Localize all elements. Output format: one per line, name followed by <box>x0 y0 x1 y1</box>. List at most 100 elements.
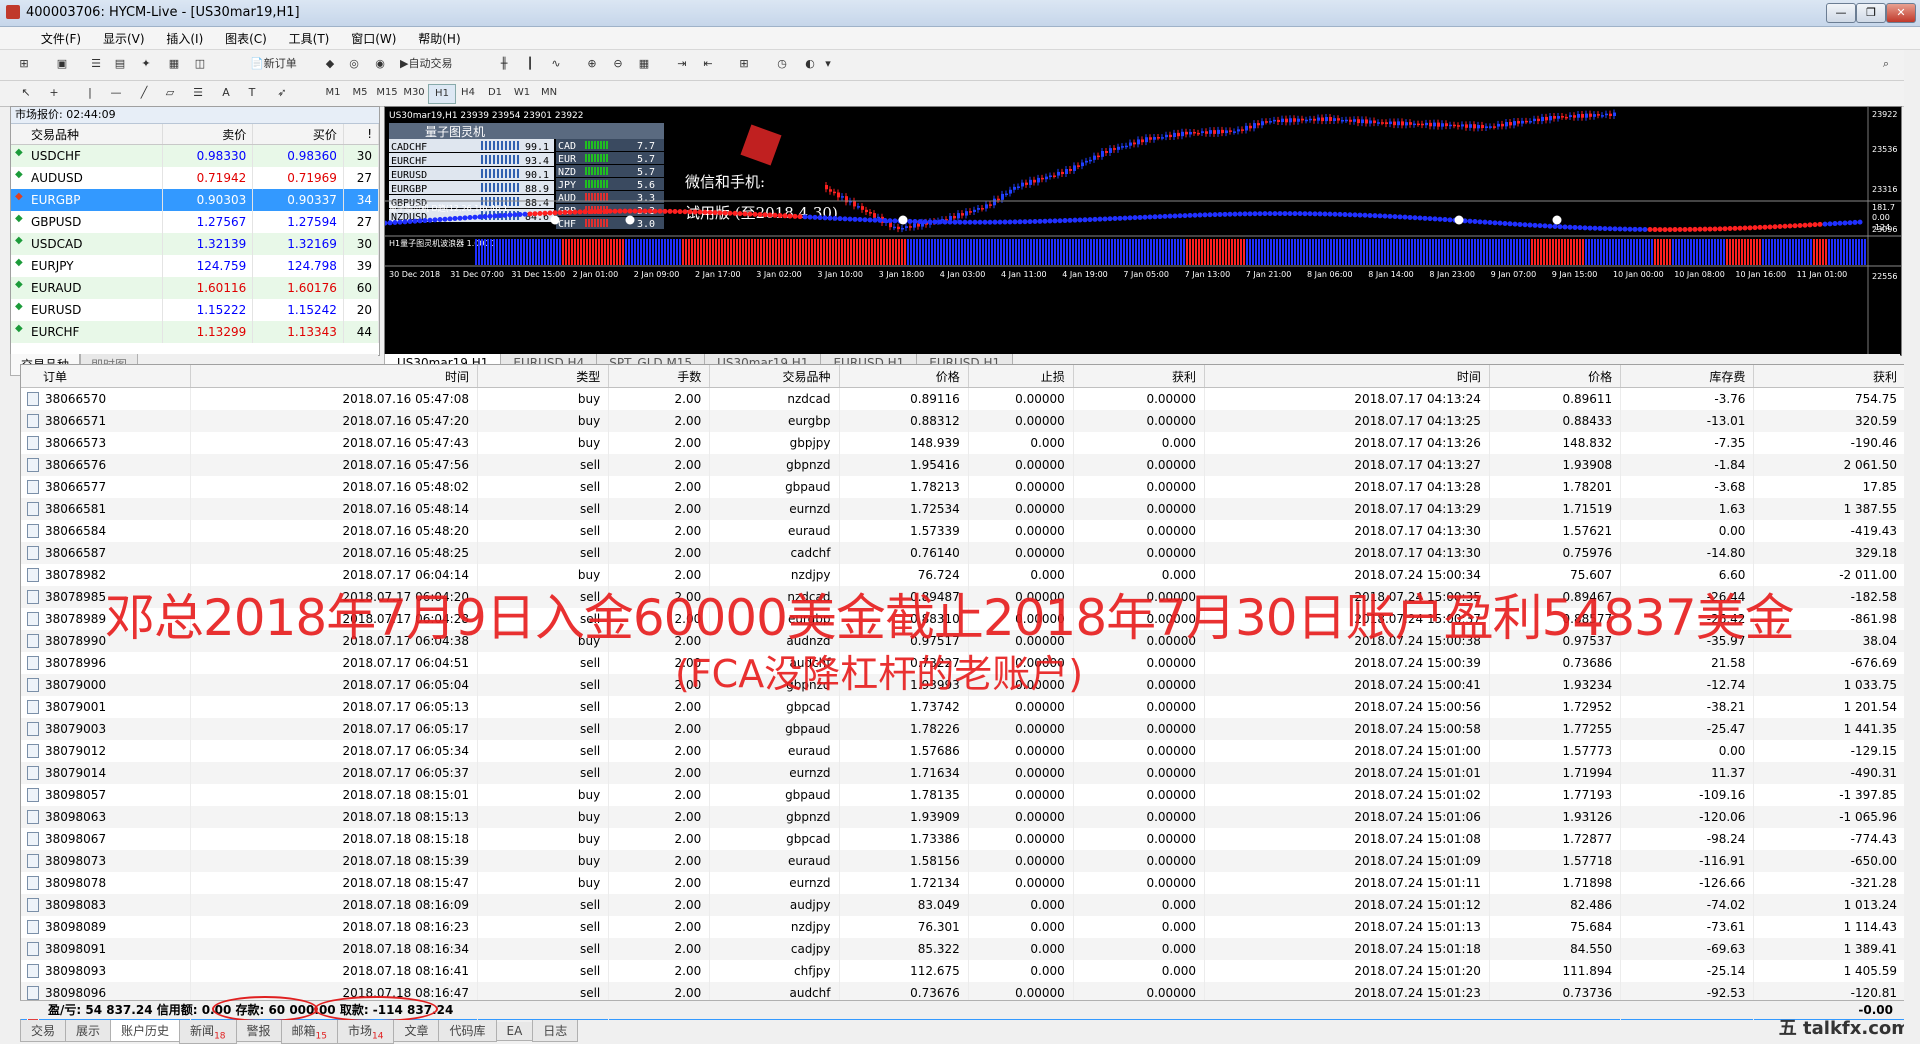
terminal-tab[interactable]: 市场14 <box>337 1020 395 1044</box>
data-window-icon[interactable]: ▤ <box>110 54 130 74</box>
maximize-button[interactable]: ❐ <box>1856 3 1886 23</box>
crosshair-icon[interactable]: + <box>44 83 64 103</box>
horizontal-line-icon[interactable]: — <box>106 83 126 103</box>
arrows-icon[interactable]: ➶ <box>272 83 292 103</box>
history-row[interactable]: 38098073 2018.07.18 08:15:39 buy 2.00 euraud… <box>21 850 1906 872</box>
history-row[interactable]: 38098089 2018.07.18 08:16:23 sell 2.00 nzdjp… <box>21 916 1906 938</box>
trendline-icon[interactable]: ╱ <box>134 83 154 103</box>
history-row[interactable]: 38079001 2018.07.17 06:05:13 sell 2.00 gbpca… <box>21 696 1906 718</box>
tester-icon[interactable]: ◫ <box>190 54 210 74</box>
col-take-profit[interactable]: 获利 <box>1073 365 1206 388</box>
price-chart[interactable]: US30mar19,H1 23939 23954 23901 23922 量子图灵… <box>384 106 1902 356</box>
menu-help[interactable]: 帮助(H) <box>409 27 469 50</box>
history-row[interactable]: 38066571 2018.07.16 05:47:20 buy 2.00 eurgbp… <box>21 410 1906 432</box>
history-row[interactable]: 38098093 2018.07.18 08:16:41 sell 2.00 chfjp… <box>21 960 1906 982</box>
tf-m30[interactable]: M30 <box>401 84 427 102</box>
tf-d1[interactable]: D1 <box>482 84 508 102</box>
history-row[interactable]: 38066573 2018.07.16 05:47:43 buy 2.00 gbpjpy… <box>21 432 1906 454</box>
col-symbol[interactable]: 交易品种 <box>709 365 840 388</box>
history-row[interactable]: 38066581 2018.07.16 05:48:14 sell 2.00 eurnz… <box>21 498 1906 520</box>
channel-icon[interactable]: ▱ <box>160 83 180 103</box>
tf-m15[interactable]: M15 <box>374 84 400 102</box>
market-watch-row[interactable]: USDCHF0.983300.9836030 <box>11 144 380 167</box>
templates-dropdown-icon[interactable]: ▾ <box>818 54 838 74</box>
chart-shift-icon[interactable]: ⇤ <box>698 54 718 74</box>
indicators-icon[interactable]: ⊞ <box>734 54 754 74</box>
options-icon[interactable]: ◎ <box>344 54 364 74</box>
new-order-button[interactable]: 📄新订单 <box>250 54 310 74</box>
menu-window[interactable]: 窗口(W) <box>342 27 405 50</box>
market-watch-icon[interactable]: ☰ <box>86 54 106 74</box>
metaeditor-icon[interactable]: ◆ <box>320 54 340 74</box>
col-order[interactable]: 订单 <box>21 365 192 388</box>
tf-h4[interactable]: H4 <box>455 84 481 102</box>
new-chart-icon[interactable]: ⊞ <box>14 54 34 74</box>
terminal-icon[interactable]: ▦ <box>164 54 184 74</box>
signals-icon[interactable]: ◉ <box>370 54 390 74</box>
menu-tools[interactable]: 工具(T) <box>280 27 339 50</box>
col-close-price[interactable]: 价格 <box>1489 365 1622 388</box>
col-type[interactable]: 类型 <box>477 365 610 388</box>
terminal-tab[interactable]: 文章 <box>393 1020 440 1042</box>
history-row[interactable]: 38098057 2018.07.18 08:15:01 buy 2.00 gbpaud… <box>21 784 1906 806</box>
mw-col-bid[interactable]: 卖价 <box>162 124 254 145</box>
minimize-button[interactable]: — <box>1826 3 1856 23</box>
terminal-tab[interactable]: EA <box>495 1022 534 1041</box>
col-close-time[interactable]: 时间 <box>1204 365 1490 388</box>
terminal-tab[interactable]: 代码库 <box>438 1020 497 1042</box>
search-icon[interactable]: ⌕ <box>1876 54 1896 74</box>
mw-col-symbol[interactable]: 交易品种 <box>11 124 163 145</box>
label-icon[interactable]: T <box>242 83 262 103</box>
market-watch-row[interactable]: EURCHF1.132991.1334344 <box>11 321 380 343</box>
market-watch-row[interactable]: GBPUSD1.275671.2759427 <box>11 211 380 233</box>
line-chart-icon[interactable]: ∿ <box>546 54 566 74</box>
tf-m1[interactable]: M1 <box>320 84 346 102</box>
mw-col-ask[interactable]: 买价 <box>252 124 344 145</box>
auto-trade-button[interactable]: ▶自动交易 <box>400 54 476 74</box>
history-row[interactable]: 38098091 2018.07.18 08:16:34 sell 2.00 cadjp… <box>21 938 1906 960</box>
history-row[interactable]: 38066577 2018.07.16 05:48:02 sell 2.00 gbpau… <box>21 476 1906 498</box>
bar-chart-icon[interactable]: ╫ <box>494 54 514 74</box>
col-lots[interactable]: 手数 <box>608 365 711 388</box>
market-watch-row[interactable]: AUDUSD0.719420.7196927 <box>11 167 380 189</box>
terminal-tab[interactable]: 账户历史 <box>110 1020 181 1042</box>
menu-insert[interactable]: 插入(I) <box>157 27 212 50</box>
terminal-tab[interactable]: 邮箱15 <box>280 1020 338 1044</box>
history-row[interactable]: 38098063 2018.07.18 08:15:13 buy 2.00 gbpnzd… <box>21 806 1906 828</box>
close-button[interactable]: ✕ <box>1886 3 1916 23</box>
tf-m5[interactable]: M5 <box>347 84 373 102</box>
market-watch-row[interactable]: EURJPY124.759124.79839 <box>11 255 380 277</box>
cursor-icon[interactable]: ↖ <box>16 83 36 103</box>
col-stop-loss[interactable]: 止损 <box>968 365 1074 388</box>
menu-view[interactable]: 显示(V) <box>94 27 154 50</box>
history-row[interactable]: 38079014 2018.07.17 06:05:37 sell 2.00 eurnz… <box>21 762 1906 784</box>
history-row[interactable]: 38066576 2018.07.16 05:47:56 sell 2.00 gbpnz… <box>21 454 1906 476</box>
terminal-tab[interactable]: 交易 <box>20 1020 67 1042</box>
navigator-icon[interactable]: ✦ <box>136 54 156 74</box>
terminal-tab[interactable]: 警报 <box>235 1020 282 1042</box>
periods-icon[interactable]: ◷ <box>772 54 792 74</box>
mw-col-spread[interactable]: ! <box>343 124 380 145</box>
history-row[interactable]: 38098078 2018.07.18 08:15:47 buy 2.00 eurnzd… <box>21 872 1906 894</box>
auto-scroll-icon[interactable]: ⇥ <box>672 54 692 74</box>
templates-icon[interactable]: ◐ <box>800 54 820 74</box>
col-open-price[interactable]: 价格 <box>839 365 969 388</box>
tf-w1[interactable]: W1 <box>509 84 535 102</box>
terminal-tab[interactable]: 新闻18 <box>179 1020 237 1044</box>
tf-mn[interactable]: MN <box>536 84 562 102</box>
menu-charts[interactable]: 图表(C) <box>216 27 276 50</box>
market-watch-row[interactable]: EURUSD1.152221.1524220 <box>11 299 380 321</box>
history-row[interactable]: 38079003 2018.07.17 06:05:17 sell 2.00 gbpau… <box>21 718 1906 740</box>
market-watch-row[interactable]: EURGBP0.903030.9033734 <box>11 189 380 211</box>
zoom-in-icon[interactable]: ⊕ <box>582 54 602 74</box>
chart-canvas[interactable]: US30mar19,H1 23939 23954 23901 23922量子图灵… <box>385 107 1901 355</box>
history-row[interactable]: 38098083 2018.07.18 08:16:09 sell 2.00 audjp… <box>21 894 1906 916</box>
terminal-tab[interactable]: 日志 <box>532 1020 579 1042</box>
history-row[interactable]: 38066584 2018.07.16 05:48:20 sell 2.00 eurau… <box>21 520 1906 542</box>
market-watch-row[interactable]: USDCAD1.321391.3216930 <box>11 233 380 255</box>
terminal-tab[interactable]: 展示 <box>65 1020 112 1042</box>
col-swap[interactable]: 库存费 <box>1620 365 1755 388</box>
profiles-icon[interactable]: ▣ <box>52 54 72 74</box>
history-row[interactable]: 38098067 2018.07.18 08:15:18 buy 2.00 gbpcad… <box>21 828 1906 850</box>
text-icon[interactable]: A <box>216 83 236 103</box>
